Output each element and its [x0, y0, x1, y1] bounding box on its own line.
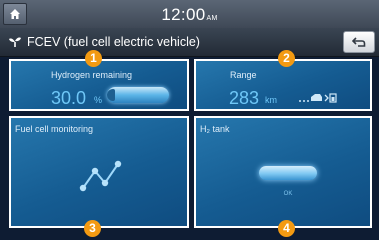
hydrogen-tank-icon — [259, 166, 317, 180]
h2-tank-status: OK — [283, 191, 293, 197]
hydrogen-remaining-unit: % — [94, 95, 103, 105]
page-title: FCEV (fuel cell electric vehicle) — [27, 35, 200, 49]
fcev-screen: 12:00AM FCEV (fuel cell electric vehicle… — [0, 0, 379, 240]
hydrogen-remaining-label: Hydrogen remaining — [51, 70, 133, 80]
fuel-cell-graph-icon — [79, 160, 122, 192]
back-button[interactable] — [343, 31, 375, 53]
callout-badge-4: 4 — [278, 220, 295, 237]
vehicle-range-icon — [299, 93, 337, 103]
range-panel[interactable]: Range 283 km — [194, 59, 372, 111]
clock-time: 12:00 — [161, 5, 206, 24]
callout-badge-1: 1 — [85, 50, 102, 67]
h2-tank-panel[interactable]: H₂ tank OK — [194, 116, 372, 228]
range-label: Range — [230, 70, 257, 80]
status-bar: 12:00AM — [0, 0, 379, 28]
h2-tank-label: H₂ tank — [200, 124, 230, 134]
callout-badge-2: 2 — [278, 50, 295, 67]
plant-sprout-icon — [9, 37, 21, 47]
range-value: 283 — [229, 88, 260, 108]
back-arrow-icon — [352, 37, 366, 47]
hydrogen-remaining-panel[interactable]: Hydrogen remaining 30.0 % — [9, 59, 189, 111]
fuel-cell-monitoring-panel[interactable]: Fuel cell monitoring — [9, 116, 189, 228]
title-bar: FCEV (fuel cell electric vehicle) — [0, 28, 379, 57]
callout-badge-3: 3 — [84, 220, 101, 237]
hydrogen-gauge-cap — [107, 89, 115, 101]
clock: 12:00AM — [0, 5, 379, 25]
range-unit: km — [265, 95, 277, 105]
fuel-cell-monitoring-label: Fuel cell monitoring — [15, 124, 94, 134]
hydrogen-gauge-icon — [107, 87, 169, 103]
hydrogen-remaining-value: 30.0 — [51, 88, 87, 108]
clock-ampm: AM — [206, 15, 218, 22]
